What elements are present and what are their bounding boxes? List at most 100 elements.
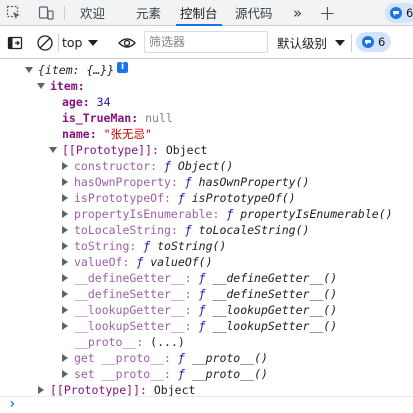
tab-elements[interactable]: 元素 [136, 0, 161, 25]
function-keyword: ƒ [177, 367, 185, 381]
collapsed-triangle-icon[interactable] [62, 162, 68, 170]
collapsed-triangle-icon[interactable] [62, 242, 68, 250]
filter-input-box[interactable] [144, 31, 268, 53]
property-value: (...) [150, 335, 185, 349]
object-preview: {item: {…}} [38, 63, 115, 77]
context-selector[interactable]: top [62, 31, 99, 53]
toolbar-separator [351, 34, 352, 52]
prototype-value: Object [153, 383, 196, 397]
devtools-tabbar: 欢迎 元素 控制台 源代码 » + 6 [0, 0, 413, 26]
function-keyword: ƒ [198, 271, 206, 285]
collapsed-triangle-icon[interactable] [62, 178, 68, 186]
console-toolbar: top 默认级别 6 [0, 26, 413, 59]
property-key: age [62, 95, 83, 109]
function-name: propertyIsEnumerable() [240, 207, 393, 221]
property-key: isPrototypeOf [74, 191, 165, 205]
property-row-proto-getter[interactable]: __proto__: (...) [74, 334, 185, 350]
collapsed-triangle-icon[interactable] [62, 370, 68, 378]
function-name: __lookupGetter__() [212, 303, 338, 317]
context-value: top [62, 34, 83, 50]
log-level-selector[interactable]: 默认级别 [277, 31, 346, 53]
more-tabs-button[interactable]: » [293, 0, 302, 25]
console-prompt[interactable]: › [0, 396, 413, 413]
console-output: {item: {…}} i item: age: 34 is_TrueMan: … [0, 59, 413, 412]
accessor-prefix: get [74, 351, 95, 365]
collapsed-triangle-icon[interactable] [62, 306, 68, 314]
property-key: __proto__ [74, 335, 137, 349]
function-keyword: ƒ [177, 351, 185, 365]
toolbar-separator [58, 34, 59, 52]
function-keyword: ƒ [164, 159, 171, 173]
property-value: "张无忌" [103, 127, 152, 141]
clear-console-icon[interactable] [35, 33, 55, 53]
prompt-chevron-icon: › [8, 396, 17, 412]
function-name: __defineGetter__() [212, 271, 338, 285]
property-key: item [50, 79, 78, 93]
prototype-value: Object [165, 143, 208, 157]
property-key: __defineGetter__ [74, 271, 185, 285]
collapsed-triangle-icon[interactable] [62, 258, 68, 266]
inspect-element-icon[interactable] [4, 3, 24, 23]
function-name: toString() [157, 239, 227, 253]
function-name: isPrototypeOf() [191, 191, 296, 205]
filter-input[interactable] [145, 32, 267, 52]
function-name: toLocaleString() [198, 223, 310, 237]
property-key: __lookupGetter__ [74, 303, 185, 317]
property-row-name: name: "张无忌" [62, 127, 152, 141]
issue-icon [390, 7, 402, 19]
collapsed-triangle-icon[interactable] [62, 322, 68, 330]
sidebar-toggle-icon[interactable] [5, 33, 25, 53]
property-key: toString [74, 239, 130, 253]
tab-issues-count: 6 [406, 6, 413, 20]
property-key: __proto__ [101, 367, 165, 381]
chevron-down-icon [335, 35, 346, 50]
function-name: hasOwnProperty() [198, 175, 310, 189]
info-icon[interactable]: i [117, 62, 128, 73]
function-name: valueOf() [150, 255, 213, 269]
property-key: is_TrueMan [62, 111, 132, 125]
device-toolbar-icon[interactable] [36, 3, 56, 23]
prototype-key: [[Prototype]] [50, 383, 141, 397]
function-keyword: ƒ [184, 175, 192, 189]
collapsed-triangle-icon[interactable] [62, 194, 68, 202]
property-key: toLocaleString [74, 223, 171, 237]
log-level-label: 默认级别 [277, 35, 328, 51]
property-value: null [145, 111, 173, 125]
collapsed-triangle-icon[interactable] [62, 210, 68, 218]
chevron-down-icon [88, 35, 99, 50]
tab-issues-badge[interactable]: 6 [385, 3, 413, 23]
property-key: __proto__ [101, 351, 165, 365]
expanded-triangle-icon[interactable] [49, 147, 57, 153]
collapsed-triangle-icon[interactable] [62, 290, 68, 298]
property-row-age: age: 34 [62, 95, 111, 109]
function-keyword: ƒ [226, 207, 234, 221]
property-key: name [62, 127, 90, 141]
property-key: propertyIsEnumerable [74, 207, 213, 221]
function-name: __proto__() [191, 351, 268, 365]
issues-count: 6 [378, 35, 386, 49]
issues-badge[interactable]: 6 [356, 32, 392, 52]
tab-sources[interactable]: 源代码 [235, 0, 273, 25]
property-key: __lookupSetter__ [74, 319, 185, 333]
expanded-triangle-icon[interactable] [37, 83, 45, 89]
function-keyword: ƒ [184, 223, 192, 237]
function-keyword: ƒ [198, 287, 206, 301]
property-row-is-trueman: is_TrueMan: null [62, 111, 173, 125]
property-key: constructor [74, 159, 151, 173]
collapsed-triangle-icon[interactable] [62, 274, 68, 282]
tab-console[interactable]: 控制台 [176, 0, 221, 26]
collapsed-triangle-icon[interactable] [38, 386, 44, 394]
expanded-triangle-icon[interactable] [25, 67, 33, 73]
collapsed-triangle-icon[interactable] [62, 354, 68, 362]
collapsed-triangle-icon[interactable] [62, 226, 68, 234]
function-keyword: ƒ [177, 191, 185, 205]
function-keyword: ƒ [136, 255, 144, 269]
property-key: hasOwnProperty [74, 175, 171, 189]
tab-welcome[interactable]: 欢迎 [80, 0, 105, 25]
issue-icon [362, 36, 374, 48]
function-keyword: ƒ [143, 239, 151, 253]
function-name: __lookupSetter__() [212, 319, 338, 333]
function-keyword: ƒ [198, 303, 206, 317]
live-expression-eye-icon[interactable] [117, 33, 137, 53]
add-tab-button[interactable]: + [319, 0, 336, 25]
